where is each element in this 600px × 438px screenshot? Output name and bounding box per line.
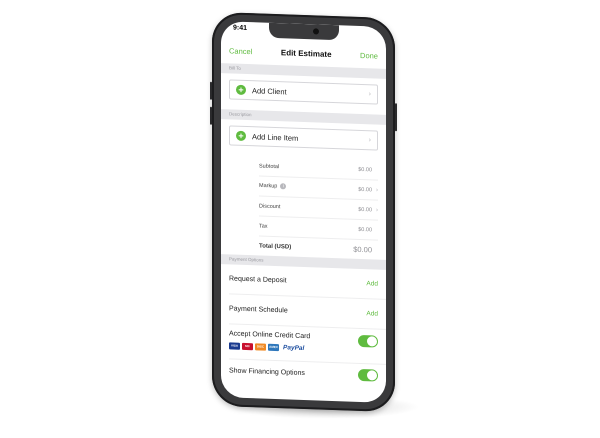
total-label: Total (USD): [259, 242, 292, 251]
toggle-knob: [367, 370, 377, 381]
chevron-right-icon: ›: [376, 207, 378, 214]
phone-frame: 9:41 Cancel Edit Estimate Done Bill To +…: [210, 11, 397, 413]
add-line-item-button[interactable]: + Add Line Item ›: [229, 125, 378, 151]
financing-row: Show Financing Options: [229, 359, 386, 386]
add-deposit-button[interactable]: Add: [366, 280, 378, 287]
cancel-button[interactable]: Cancel: [229, 46, 252, 56]
chevron-right-icon: ›: [368, 136, 371, 144]
chevron-right-icon: ›: [368, 90, 371, 98]
nav-bar: Cancel Edit Estimate Done: [221, 39, 386, 67]
subtotal-value: $0.00: [358, 166, 372, 173]
credit-card-toggle[interactable]: [358, 334, 378, 348]
total-value: $0.00: [353, 244, 372, 255]
paypal-icon: PayPal: [283, 344, 305, 353]
status-time: 9:41: [233, 24, 248, 33]
plus-icon: +: [236, 84, 246, 95]
done-button[interactable]: Done: [360, 50, 378, 60]
add-client-button[interactable]: + Add Client ›: [229, 79, 378, 105]
camera-icon: [312, 28, 319, 35]
volume-up-button: [210, 81, 212, 100]
totals-list: Subtotal $0.00 Markup i $0.00 › Discount …: [259, 152, 378, 259]
visa-icon: VISA: [229, 342, 240, 350]
phone-screen: 9:41 Cancel Edit Estimate Done Bill To +…: [221, 21, 386, 403]
notch: [268, 22, 339, 41]
discount-value: $0.00: [358, 206, 372, 213]
info-icon[interactable]: i: [280, 183, 287, 190]
add-line-item-label: Add Line Item: [252, 131, 299, 143]
chevron-right-icon: ›: [376, 187, 378, 194]
credit-card-row: Accept Online Credit Card VISA MC DISC A…: [229, 324, 386, 365]
plus-icon: +: [236, 130, 246, 141]
power-button: [395, 103, 397, 132]
markup-value: $0.00: [358, 186, 372, 193]
add-schedule-button[interactable]: Add: [366, 310, 378, 317]
amex-icon: AMEX: [268, 343, 279, 352]
markup-label: Markup: [259, 183, 278, 190]
add-client-label: Add Client: [252, 85, 287, 96]
discount-label: Discount: [259, 202, 281, 210]
page-title: Edit Estimate: [280, 47, 332, 59]
toggle-knob: [367, 336, 377, 347]
tax-label: Tax: [259, 222, 268, 230]
credit-card-label: Accept Online Credit Card: [229, 330, 311, 341]
financing-toggle[interactable]: [358, 368, 378, 382]
tax-value: $0.00: [358, 226, 372, 233]
volume-down-button: [210, 106, 212, 125]
subtotal-label: Subtotal: [259, 162, 280, 170]
stage: 9:41 Cancel Edit Estimate Done Bill To +…: [0, 0, 600, 438]
mastercard-icon: MC: [242, 342, 253, 351]
financing-label: Show Financing Options: [229, 366, 305, 377]
estimate-form: Bill To + Add Client › Description + Add…: [221, 63, 386, 403]
card-logos: VISA MC DISC AMEX PayPal: [229, 342, 304, 352]
payment-schedule-label: Payment Schedule: [229, 305, 288, 315]
request-deposit-label: Request a Deposit: [229, 275, 287, 285]
discover-icon: DISC: [255, 343, 266, 351]
